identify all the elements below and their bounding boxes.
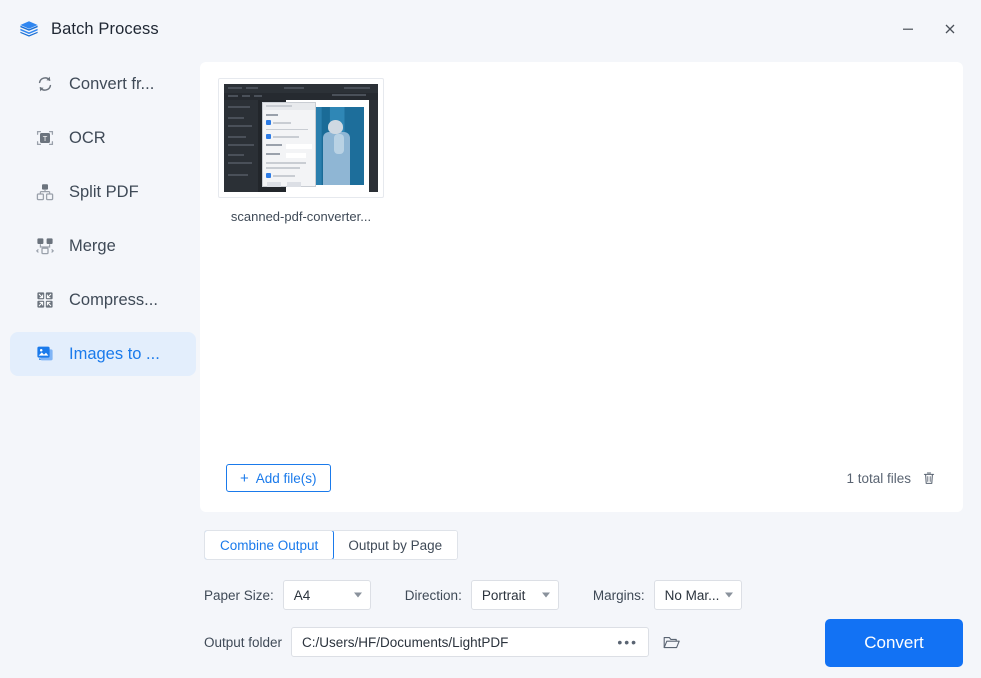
file-panel-footer: + Add file(s) 1 total files: [218, 450, 945, 512]
paper-size-select[interactable]: A4: [282, 580, 371, 610]
margins-value: No Mar...: [664, 587, 720, 603]
sidebar-item-ocr[interactable]: T OCR: [10, 116, 196, 160]
ellipsis-icon[interactable]: •••: [617, 635, 638, 649]
convert-button[interactable]: Convert: [825, 619, 963, 667]
images-to-pdf-icon: [34, 344, 55, 365]
merge-icon: [34, 236, 55, 257]
window-title: Batch Process: [51, 19, 159, 38]
output-mode-segmented-control: Combine Output Output by Page: [204, 530, 459, 560]
settings-row: Paper Size: A4 Direction: Portrait Margi…: [204, 580, 963, 610]
sidebar-item-split-pdf[interactable]: Split PDF: [10, 170, 196, 214]
sidebar-item-label: Images to ...: [69, 344, 160, 363]
output-folder-value: C:/Users/HF/Documents/LightPDF: [302, 634, 509, 650]
ocr-text-frame-icon: T: [34, 128, 55, 149]
trash-icon[interactable]: [921, 470, 937, 486]
sidebar-item-label: Compress...: [69, 290, 158, 309]
minimize-icon: [903, 28, 913, 30]
compress-icon: [34, 290, 55, 311]
sidebar-item-label: Merge: [69, 236, 116, 255]
open-folder-icon[interactable]: [662, 633, 681, 652]
title-bar-left: Batch Process: [18, 18, 159, 40]
direction-value: Portrait: [481, 587, 526, 603]
file-grid: scanned-pdf-converter...: [218, 78, 945, 450]
direction-select[interactable]: Portrait: [470, 580, 559, 610]
add-files-button[interactable]: + Add file(s): [226, 464, 331, 492]
output-folder-input[interactable]: C:/Users/HF/Documents/LightPDF •••: [291, 627, 650, 657]
sidebar-item-label: Convert fr...: [69, 74, 155, 93]
paper-size-value: A4: [293, 587, 311, 603]
file-name-label: scanned-pdf-converter...: [230, 209, 372, 224]
margins-label: Margins:: [592, 587, 645, 603]
sidebar-item-merge[interactable]: Merge: [10, 224, 196, 268]
title-bar: Batch Process: [0, 0, 981, 58]
file-count-group: 1 total files: [846, 470, 937, 486]
sidebar: Convert fr... T OCR Split PDF Merge Comp…: [0, 58, 196, 678]
tab-output-by-page[interactable]: Output by Page: [333, 531, 458, 559]
paper-size-label: Paper Size:: [204, 587, 274, 603]
chevron-down-icon: [353, 592, 362, 598]
convert-refresh-icon: [34, 74, 55, 95]
sidebar-item-convert-from[interactable]: Convert fr...: [10, 62, 196, 106]
chevron-down-icon: [724, 592, 733, 598]
file-count-label: 1 total files: [846, 470, 911, 486]
sidebar-item-label: OCR: [69, 128, 106, 147]
thumbnail-image: [224, 84, 378, 192]
minimize-button[interactable]: [887, 12, 929, 46]
layers-stack-icon: [18, 18, 40, 40]
sidebar-item-compress[interactable]: Compress...: [10, 278, 196, 322]
direction-label: Direction:: [404, 587, 462, 603]
split-pdf-icon: [34, 182, 55, 203]
file-card[interactable]: scanned-pdf-converter...: [218, 78, 384, 224]
window-body: Convert fr... T OCR Split PDF Merge Comp…: [0, 58, 981, 678]
plus-icon: +: [240, 469, 249, 487]
close-button[interactable]: [929, 12, 971, 46]
sidebar-item-label: Split PDF: [69, 182, 139, 201]
main-content: scanned-pdf-converter... + Add file(s) 1…: [196, 58, 981, 678]
output-folder-label: Output folder: [204, 634, 283, 650]
file-list-panel: scanned-pdf-converter... + Add file(s) 1…: [200, 62, 963, 512]
svg-text:T: T: [42, 134, 47, 143]
file-thumbnail[interactable]: [218, 78, 384, 198]
tab-combine-output[interactable]: Combine Output: [205, 531, 335, 559]
margins-select[interactable]: No Mar...: [653, 580, 742, 610]
sidebar-item-images-to-pdf[interactable]: Images to ...: [10, 332, 196, 376]
chevron-down-icon: [541, 592, 550, 598]
close-icon: [945, 24, 955, 34]
options-area: Combine Output Output by Page Paper Size…: [200, 512, 963, 678]
add-files-label: Add file(s): [255, 470, 317, 486]
batch-process-window: Batch Process Convert fr... T OCR Split …: [0, 0, 981, 678]
